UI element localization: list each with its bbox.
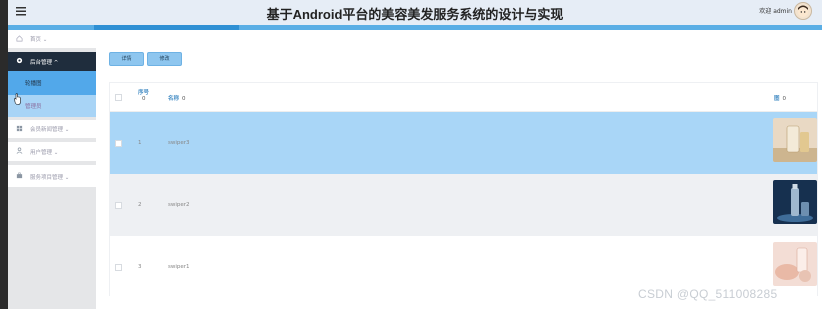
sort-value: 0 — [782, 96, 787, 102]
main-content: 详情 修改 序号 0 名称 0 图0 1 swiper3 2 swiper2 3… — [96, 30, 822, 309]
detail-button[interactable]: 详情 — [109, 52, 144, 66]
sort-value: 0 — [182, 96, 186, 102]
row-checkbox[interactable] — [115, 202, 122, 209]
thumbnail-image[interactable] — [773, 118, 817, 162]
sidebar-item-home[interactable]: 首页 ⌄ — [8, 30, 96, 48]
sidebar-item-services[interactable]: 服务项目管理 ⌄ — [8, 165, 96, 187]
thumbnail-image[interactable] — [773, 180, 817, 224]
sidebar-item-news[interactable]: 会员新闻管理 ⌄ — [8, 120, 96, 138]
sidebar: 首页 ⌄ 后台管理 ^ 轮播图 管理员 会员新闻管理 ⌄ 用户管理 ⌄ 服务项目… — [8, 30, 96, 309]
thumbnail-image[interactable] — [773, 242, 817, 286]
skincare-hand-photo-icon — [773, 242, 817, 286]
avatar[interactable] — [794, 2, 812, 20]
sidebar-item-label: 管理员 — [25, 104, 42, 110]
cell-name: swiper1 — [168, 264, 190, 270]
table-header: 序号 0 名称 0 图0 — [110, 83, 817, 112]
home-icon — [16, 35, 23, 42]
cell-name: swiper2 — [168, 202, 190, 208]
watermark: CSDN @QQ_511008285 — [638, 287, 778, 301]
top-header: 基于Android平台的美容美发服务系统的设计与实现 欢迎 admin — [8, 0, 822, 25]
mouse-cursor-icon — [14, 93, 21, 105]
row-checkbox[interactable] — [115, 264, 122, 271]
cosmetic-bottle-photo-icon — [773, 180, 817, 224]
sort-value: 0 — [142, 96, 146, 102]
welcome-user[interactable]: 欢迎 admin — [759, 6, 792, 15]
edit-button[interactable]: 修改 — [147, 52, 182, 66]
product-bottle-photo-icon — [773, 118, 817, 162]
data-table: 序号 0 名称 0 图0 1 swiper3 2 swiper2 3 swipe… — [109, 82, 818, 298]
header-index[interactable]: 序号 0 — [138, 88, 149, 102]
header-name[interactable]: 名称 0 — [168, 94, 186, 102]
select-all-checkbox[interactable] — [115, 94, 122, 101]
cell-index: 2 — [138, 202, 142, 208]
cell-index: 3 — [138, 264, 142, 270]
row-checkbox[interactable] — [115, 140, 122, 147]
table-row[interactable]: 1 swiper3 — [110, 112, 817, 174]
table-row[interactable]: 2 swiper2 — [110, 174, 817, 236]
grid-icon — [16, 125, 23, 132]
header-image[interactable]: 图0 — [774, 94, 786, 102]
sidebar-item-carousel[interactable]: 轮播图 — [8, 71, 96, 95]
gear-icon — [16, 57, 23, 64]
cell-name: swiper3 — [168, 140, 190, 146]
user-icon — [16, 147, 23, 154]
avatar-face-icon — [798, 5, 808, 17]
briefcase-icon — [16, 172, 23, 179]
sidebar-item-label: 轮播图 — [25, 81, 42, 87]
cell-index: 1 — [138, 140, 142, 146]
page-title: 基于Android平台的美容美发服务系统的设计与实现 — [266, 7, 564, 22]
sidebar-item-backend[interactable]: 后台管理 ^ — [8, 52, 96, 71]
window-edge — [0, 0, 8, 309]
sidebar-item-users[interactable]: 用户管理 ⌄ — [8, 142, 96, 161]
